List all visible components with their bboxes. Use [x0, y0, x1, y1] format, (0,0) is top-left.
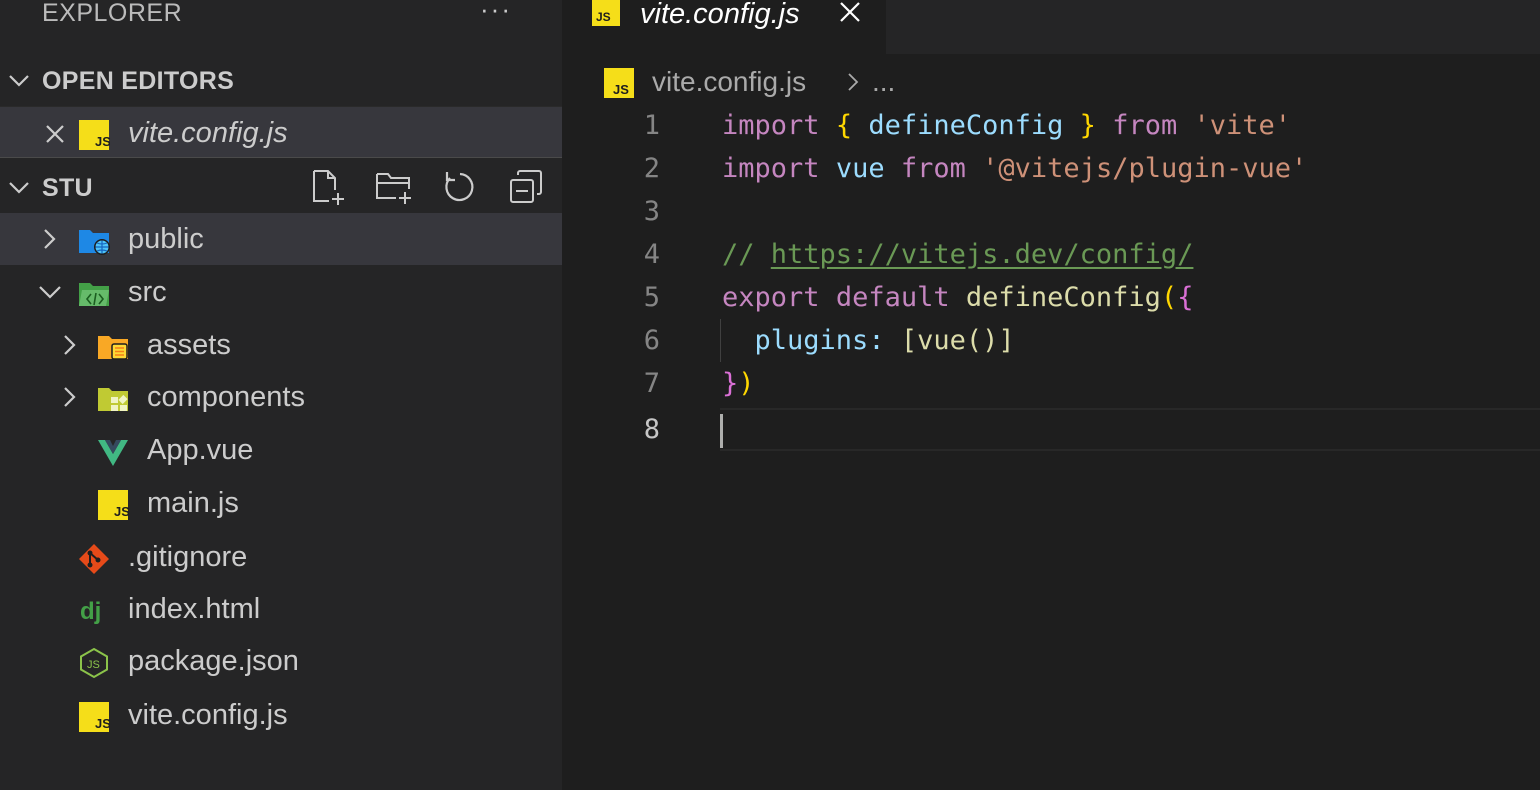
- svg-text:JS: JS: [95, 716, 110, 731]
- code-line: 3: [562, 190, 1540, 233]
- line-number: 8: [643, 414, 660, 445]
- tree-item-label: vite.config.js: [128, 699, 288, 731]
- tree-item-components[interactable]: components: [0, 371, 562, 423]
- code-line: 5 export default defineConfig({: [562, 276, 1540, 319]
- line-number: 7: [643, 368, 660, 399]
- svg-text:JS: JS: [87, 659, 100, 671]
- open-editor-label: vite.config.js: [128, 117, 288, 149]
- code-line: 7 }): [562, 362, 1540, 405]
- code-line: 4 // https://vitejs.dev/config/: [562, 233, 1540, 276]
- svg-text:JS: JS: [114, 504, 129, 519]
- new-file-icon[interactable]: [308, 167, 348, 207]
- tree-item-assets[interactable]: assets: [0, 319, 562, 371]
- more-actions-button[interactable]: ···: [480, 0, 512, 25]
- tree-item-index-html[interactable]: dj index.html: [0, 583, 562, 635]
- tree-item-label: components: [147, 381, 305, 413]
- folder-public-icon: [79, 230, 110, 255]
- tree-item-label: package.json: [128, 645, 299, 677]
- tree-item-label: index.html: [128, 593, 261, 625]
- tree-item-vite-config[interactable]: JS vite.config.js: [0, 689, 562, 741]
- explorer-title: EXPLORER: [42, 0, 183, 27]
- close-icon[interactable]: [836, 0, 864, 27]
- chevron-down-icon: [39, 286, 61, 299]
- tree-item-label: src: [128, 276, 167, 308]
- js-file-icon: JS: [98, 490, 129, 520]
- tree-item-gitignore[interactable]: .gitignore: [0, 531, 562, 583]
- new-folder-icon[interactable]: [374, 167, 414, 207]
- django-file-icon: dj: [80, 598, 101, 625]
- svg-text:JS: JS: [596, 10, 611, 24]
- nodejs-file-icon: JS: [80, 647, 108, 679]
- code-line-current: 8: [562, 408, 1540, 451]
- chevron-right-icon: [848, 73, 859, 91]
- tab-bar: JS vite.config.js: [562, 0, 1540, 54]
- folder-components-icon: [98, 388, 128, 411]
- tree-item-main-js[interactable]: JS main.js: [0, 477, 562, 529]
- folder-src-icon: [79, 283, 109, 306]
- code-text: import { defineConfig } from 'vite': [722, 110, 1292, 141]
- open-editor-item[interactable]: JS vite.config.js: [0, 106, 562, 158]
- open-editors-header[interactable]: OPEN EDITORS: [0, 55, 562, 107]
- svg-text:dj: dj: [80, 598, 101, 625]
- tab-label: vite.config.js: [640, 0, 800, 30]
- tree-item-public[interactable]: public: [0, 213, 562, 265]
- svg-text:JS: JS: [613, 82, 629, 97]
- line-number: 2: [643, 153, 660, 184]
- js-file-icon: JS: [79, 702, 110, 732]
- js-file-icon: JS: [592, 0, 620, 26]
- code-text: plugins: [vue()]: [754, 325, 1015, 356]
- line-number: 3: [643, 196, 660, 227]
- line-number: 4: [643, 239, 660, 270]
- current-line-highlight: [720, 408, 1540, 451]
- svg-text:JS: JS: [95, 134, 110, 149]
- tree-item-label: App.vue: [147, 434, 254, 466]
- workspace-label: STU: [42, 173, 93, 202]
- chevron-right-icon: [64, 387, 76, 407]
- git-file-icon: [79, 544, 109, 574]
- tab-vite-config[interactable]: JS vite.config.js: [562, 0, 886, 54]
- folder-assets-icon: [98, 336, 128, 360]
- editor-area: JS vite.config.js JS vite.config.js ... …: [562, 0, 1540, 790]
- close-icon[interactable]: [42, 121, 68, 147]
- chevron-right-icon: [64, 335, 76, 355]
- collapse-all-icon[interactable]: [507, 167, 547, 207]
- code-line: 6 plugins: [vue()]: [562, 319, 1540, 362]
- breadcrumb-file[interactable]: vite.config.js: [652, 62, 806, 102]
- text-cursor: [720, 414, 723, 448]
- vue-file-icon: [98, 440, 128, 466]
- chevron-down-icon: [9, 182, 29, 194]
- line-number: 5: [643, 282, 660, 313]
- code-text: export default defineConfig({: [722, 282, 1194, 313]
- explorer-sidebar: EXPLORER ··· OPEN EDITORS JS vite.config…: [0, 0, 562, 790]
- comment-link[interactable]: https://vitejs.dev/config/: [771, 239, 1194, 270]
- code-text: // https://vitejs.dev/config/: [722, 239, 1194, 270]
- open-editors-label: OPEN EDITORS: [42, 66, 235, 95]
- code-text: }): [722, 368, 755, 399]
- tree-item-label: assets: [147, 329, 231, 361]
- breadcrumb-symbols[interactable]: ...: [872, 62, 895, 102]
- js-file-icon: JS: [79, 120, 110, 150]
- code-line: 2 import vue from '@vitejs/plugin-vue': [562, 147, 1540, 190]
- tree-item-app-vue[interactable]: App.vue: [0, 424, 562, 476]
- tree-item-package-json[interactable]: JS package.json: [0, 635, 562, 687]
- tree-item-label: main.js: [147, 487, 239, 519]
- tree-item-label: public: [128, 223, 204, 255]
- js-file-icon: JS: [604, 68, 634, 98]
- line-number: 6: [643, 325, 660, 356]
- chevron-down-icon: [9, 75, 29, 87]
- chevron-right-icon: [44, 229, 56, 249]
- tree-item-label: .gitignore: [128, 541, 248, 573]
- code-line: 1 import { defineConfig } from 'vite': [562, 104, 1540, 147]
- code-text: import vue from '@vitejs/plugin-vue': [722, 153, 1308, 184]
- tree-item-src[interactable]: src: [0, 266, 562, 318]
- indent-guide: [720, 319, 721, 362]
- refresh-icon[interactable]: [440, 167, 480, 207]
- line-number: 1: [643, 110, 660, 141]
